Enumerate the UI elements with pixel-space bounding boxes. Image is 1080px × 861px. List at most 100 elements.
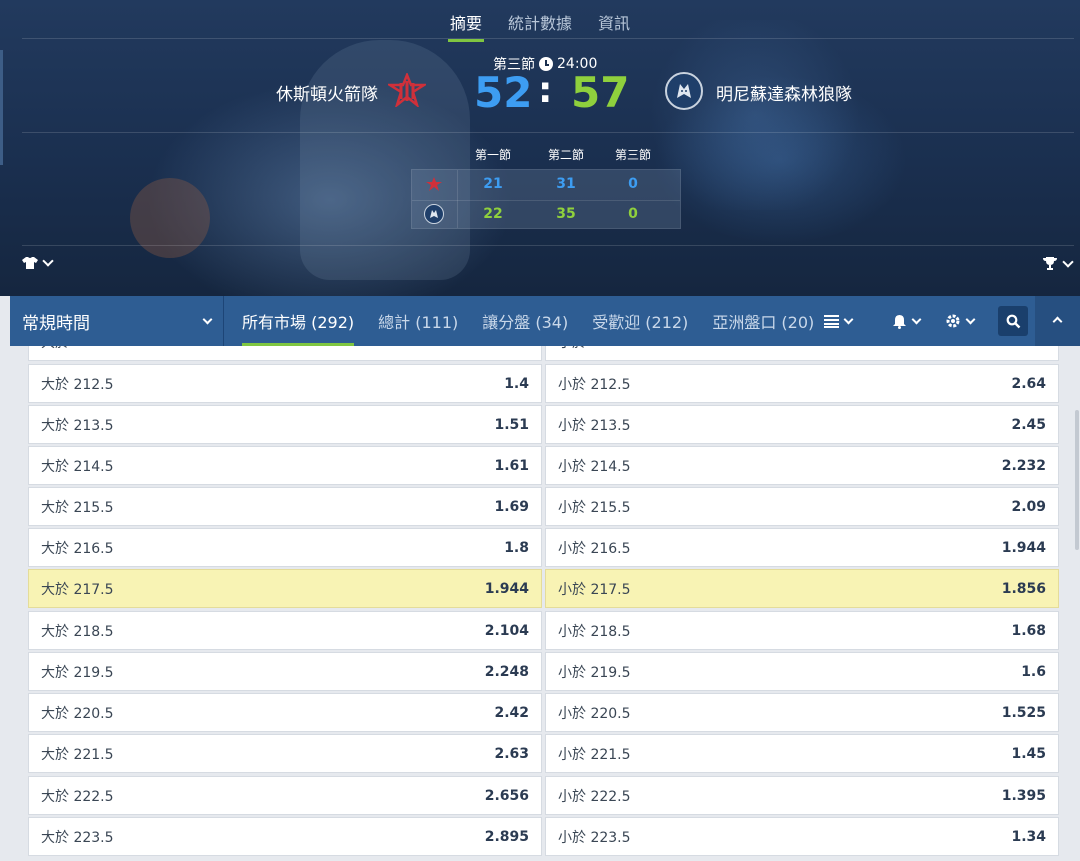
list-icon xyxy=(824,314,839,328)
under-odds-cell[interactable]: 小於 213.5 2.45 xyxy=(545,405,1059,444)
over-odds-cell[interactable]: 大於 xyxy=(28,346,542,361)
over-line-label: 大於 218.5 xyxy=(41,623,114,640)
tab-asian-lines[interactable]: 亞洲盤口 (20) xyxy=(712,296,814,346)
under-odds-cell[interactable]: 小於 215.5 2.09 xyxy=(545,487,1059,526)
over-line-label: 大於 212.5 xyxy=(41,376,114,393)
over-line-label: 大於 219.5 xyxy=(41,664,114,681)
market-bar: 常規時間 所有市場 (292) 總計 (111) 讓分盤 (34) 受歡迎 (2… xyxy=(10,296,1080,346)
under-odds-cell[interactable]: 小於 220.5 1.525 xyxy=(545,693,1059,732)
under-odds-value: 1.525 xyxy=(1001,704,1046,721)
under-odds-value: 2.232 xyxy=(1001,457,1046,474)
over-line-label: 大於 221.5 xyxy=(41,746,114,763)
collapse-button[interactable] xyxy=(1035,296,1080,346)
over-odds-value: 2.895 xyxy=(484,828,529,845)
over-line-label: 大於 222.5 xyxy=(41,788,114,805)
over-odds-value: 1.8 xyxy=(504,539,529,556)
tab-info[interactable]: 資訊 xyxy=(596,8,632,42)
chevron-up-icon xyxy=(1052,316,1063,326)
tab-statistics[interactable]: 統計數據 xyxy=(506,8,574,42)
over-odds-cell[interactable]: 大於 215.5 1.69 xyxy=(28,487,542,526)
over-odds-cell[interactable]: 大於 217.5 1.944 xyxy=(28,569,542,608)
under-line-label: 小於 223.5 xyxy=(558,829,631,846)
under-odds-cell[interactable]: 小於 214.5 2.232 xyxy=(545,446,1059,485)
away-q2-score: 35 xyxy=(556,206,576,222)
under-line-label: 小於 219.5 xyxy=(558,664,631,681)
table-row: 大於 221.5 2.63 小於 221.5 1.45 xyxy=(28,734,1060,773)
under-line-label: 小於 215.5 xyxy=(558,499,631,516)
tab-popular[interactable]: 受歡迎 (212) xyxy=(592,296,688,346)
away-team-name: 明尼蘇達森林狼隊 xyxy=(716,85,852,105)
under-odds-cell[interactable]: 小於 219.5 1.6 xyxy=(545,652,1059,691)
under-odds-cell[interactable]: 小於 212.5 2.64 xyxy=(545,364,1059,403)
over-odds-value: 1.944 xyxy=(484,580,529,597)
tab-all-markets[interactable]: 所有市場 (292) xyxy=(242,296,355,346)
over-odds-value: 2.104 xyxy=(484,622,529,639)
scrollbar-thumb[interactable] xyxy=(1075,410,1079,550)
under-line-label: 小於 214.5 xyxy=(558,458,631,475)
under-odds-cell[interactable]: 小於 218.5 1.68 xyxy=(545,611,1059,650)
settings-menu[interactable] xyxy=(945,296,976,346)
over-odds-cell[interactable]: 大於 220.5 2.42 xyxy=(28,693,542,732)
over-odds-cell[interactable]: 大於 222.5 2.656 xyxy=(28,776,542,815)
over-odds-cell[interactable]: 大於 218.5 2.104 xyxy=(28,611,542,650)
chevron-down-icon xyxy=(965,314,976,324)
under-line-label: 小於 221.5 xyxy=(558,746,631,763)
home-team-name: 休斯頓火箭隊 xyxy=(276,85,378,105)
rockets-logo-icon xyxy=(388,71,426,109)
over-odds-cell[interactable]: 大於 213.5 1.51 xyxy=(28,405,542,444)
over-line-label: 大於 223.5 xyxy=(41,829,114,846)
market-tabs: 所有市場 (292) 總計 (111) 讓分盤 (34) 受歡迎 (212) 亞… xyxy=(224,296,814,346)
under-odds-value: 1.68 xyxy=(1011,622,1046,639)
over-line-label: 大於 xyxy=(41,346,69,352)
match-tabs: 摘要 統計數據 資訊 xyxy=(0,8,1080,42)
table-row: 大於 218.5 2.104 小於 218.5 1.68 xyxy=(28,611,1060,650)
under-odds-cell[interactable]: 小於 221.5 1.45 xyxy=(545,734,1059,773)
over-odds-cell[interactable]: 大於 212.5 1.4 xyxy=(28,364,542,403)
under-line-label: 小於 220.5 xyxy=(558,705,631,722)
chevron-down-icon xyxy=(202,314,213,324)
search-button[interactable] xyxy=(998,306,1028,336)
over-odds-value: 1.4 xyxy=(504,375,529,392)
over-odds-cell[interactable]: 大於 219.5 2.248 xyxy=(28,652,542,691)
chevron-down-icon xyxy=(42,255,54,267)
period-dropdown[interactable]: 常規時間 xyxy=(10,296,224,346)
under-odds-value: 1.45 xyxy=(1011,745,1046,762)
under-odds-cell[interactable]: 小於 216.5 1.944 xyxy=(545,528,1059,567)
timberwolves-mini-logo-icon xyxy=(424,204,444,224)
table-row: 大於 216.5 1.8 小於 216.5 1.944 xyxy=(28,528,1060,567)
under-odds-cell[interactable]: 小於 xyxy=(545,346,1059,361)
under-odds-value: 1.856 xyxy=(1001,580,1046,597)
over-odds-cell[interactable]: 大於 216.5 1.8 xyxy=(28,528,542,567)
divider xyxy=(22,132,1074,133)
over-odds-cell[interactable]: 大於 214.5 1.61 xyxy=(28,446,542,485)
under-line-label: 小於 xyxy=(558,346,586,352)
tab-totals[interactable]: 總計 (111) xyxy=(378,296,458,346)
table-row: 大於 214.5 1.61 小於 214.5 2.232 xyxy=(28,446,1060,485)
tab-handicap[interactable]: 讓分盤 (34) xyxy=(482,296,568,346)
over-odds-cell[interactable]: 大於 221.5 2.63 xyxy=(28,734,542,773)
table-row: 大於 213.5 1.51 小於 213.5 2.45 xyxy=(28,405,1060,444)
over-odds-cell[interactable]: 大於 223.5 2.895 xyxy=(28,817,542,856)
under-odds-value: 2.45 xyxy=(1011,416,1046,433)
chevron-down-icon xyxy=(1062,255,1074,268)
under-odds-cell[interactable]: 小於 223.5 1.34 xyxy=(545,817,1059,856)
list-view-menu[interactable] xyxy=(824,296,854,346)
score-separator: : xyxy=(538,70,553,111)
totals-odds-list: 大於 小於 大於 212.5 1.4 小於 212.5 2.64 大於 213.5 1… xyxy=(28,346,1060,861)
over-line-label: 大於 217.5 xyxy=(41,581,114,598)
trophy-icon xyxy=(1043,257,1057,270)
notifications-menu[interactable] xyxy=(892,296,922,346)
home-q2-score: 31 xyxy=(556,176,576,192)
jersey-toggle[interactable] xyxy=(22,255,54,270)
under-odds-cell[interactable]: 小於 217.5 1.856 xyxy=(545,569,1059,608)
away-q3-score: 0 xyxy=(628,206,638,222)
under-line-label: 小於 213.5 xyxy=(558,417,631,434)
under-odds-value: 1.6 xyxy=(1021,663,1046,680)
trophy-toggle[interactable] xyxy=(1042,255,1074,271)
tab-summary[interactable]: 摘要 xyxy=(447,8,484,42)
table-row: 大於 219.5 2.248 小於 219.5 1.6 xyxy=(28,652,1060,691)
left-edge-rail xyxy=(0,50,3,165)
clock-icon xyxy=(539,57,553,71)
table-row: 大於 215.5 1.69 小於 215.5 2.09 xyxy=(28,487,1060,526)
under-odds-cell[interactable]: 小於 222.5 1.395 xyxy=(545,776,1059,815)
